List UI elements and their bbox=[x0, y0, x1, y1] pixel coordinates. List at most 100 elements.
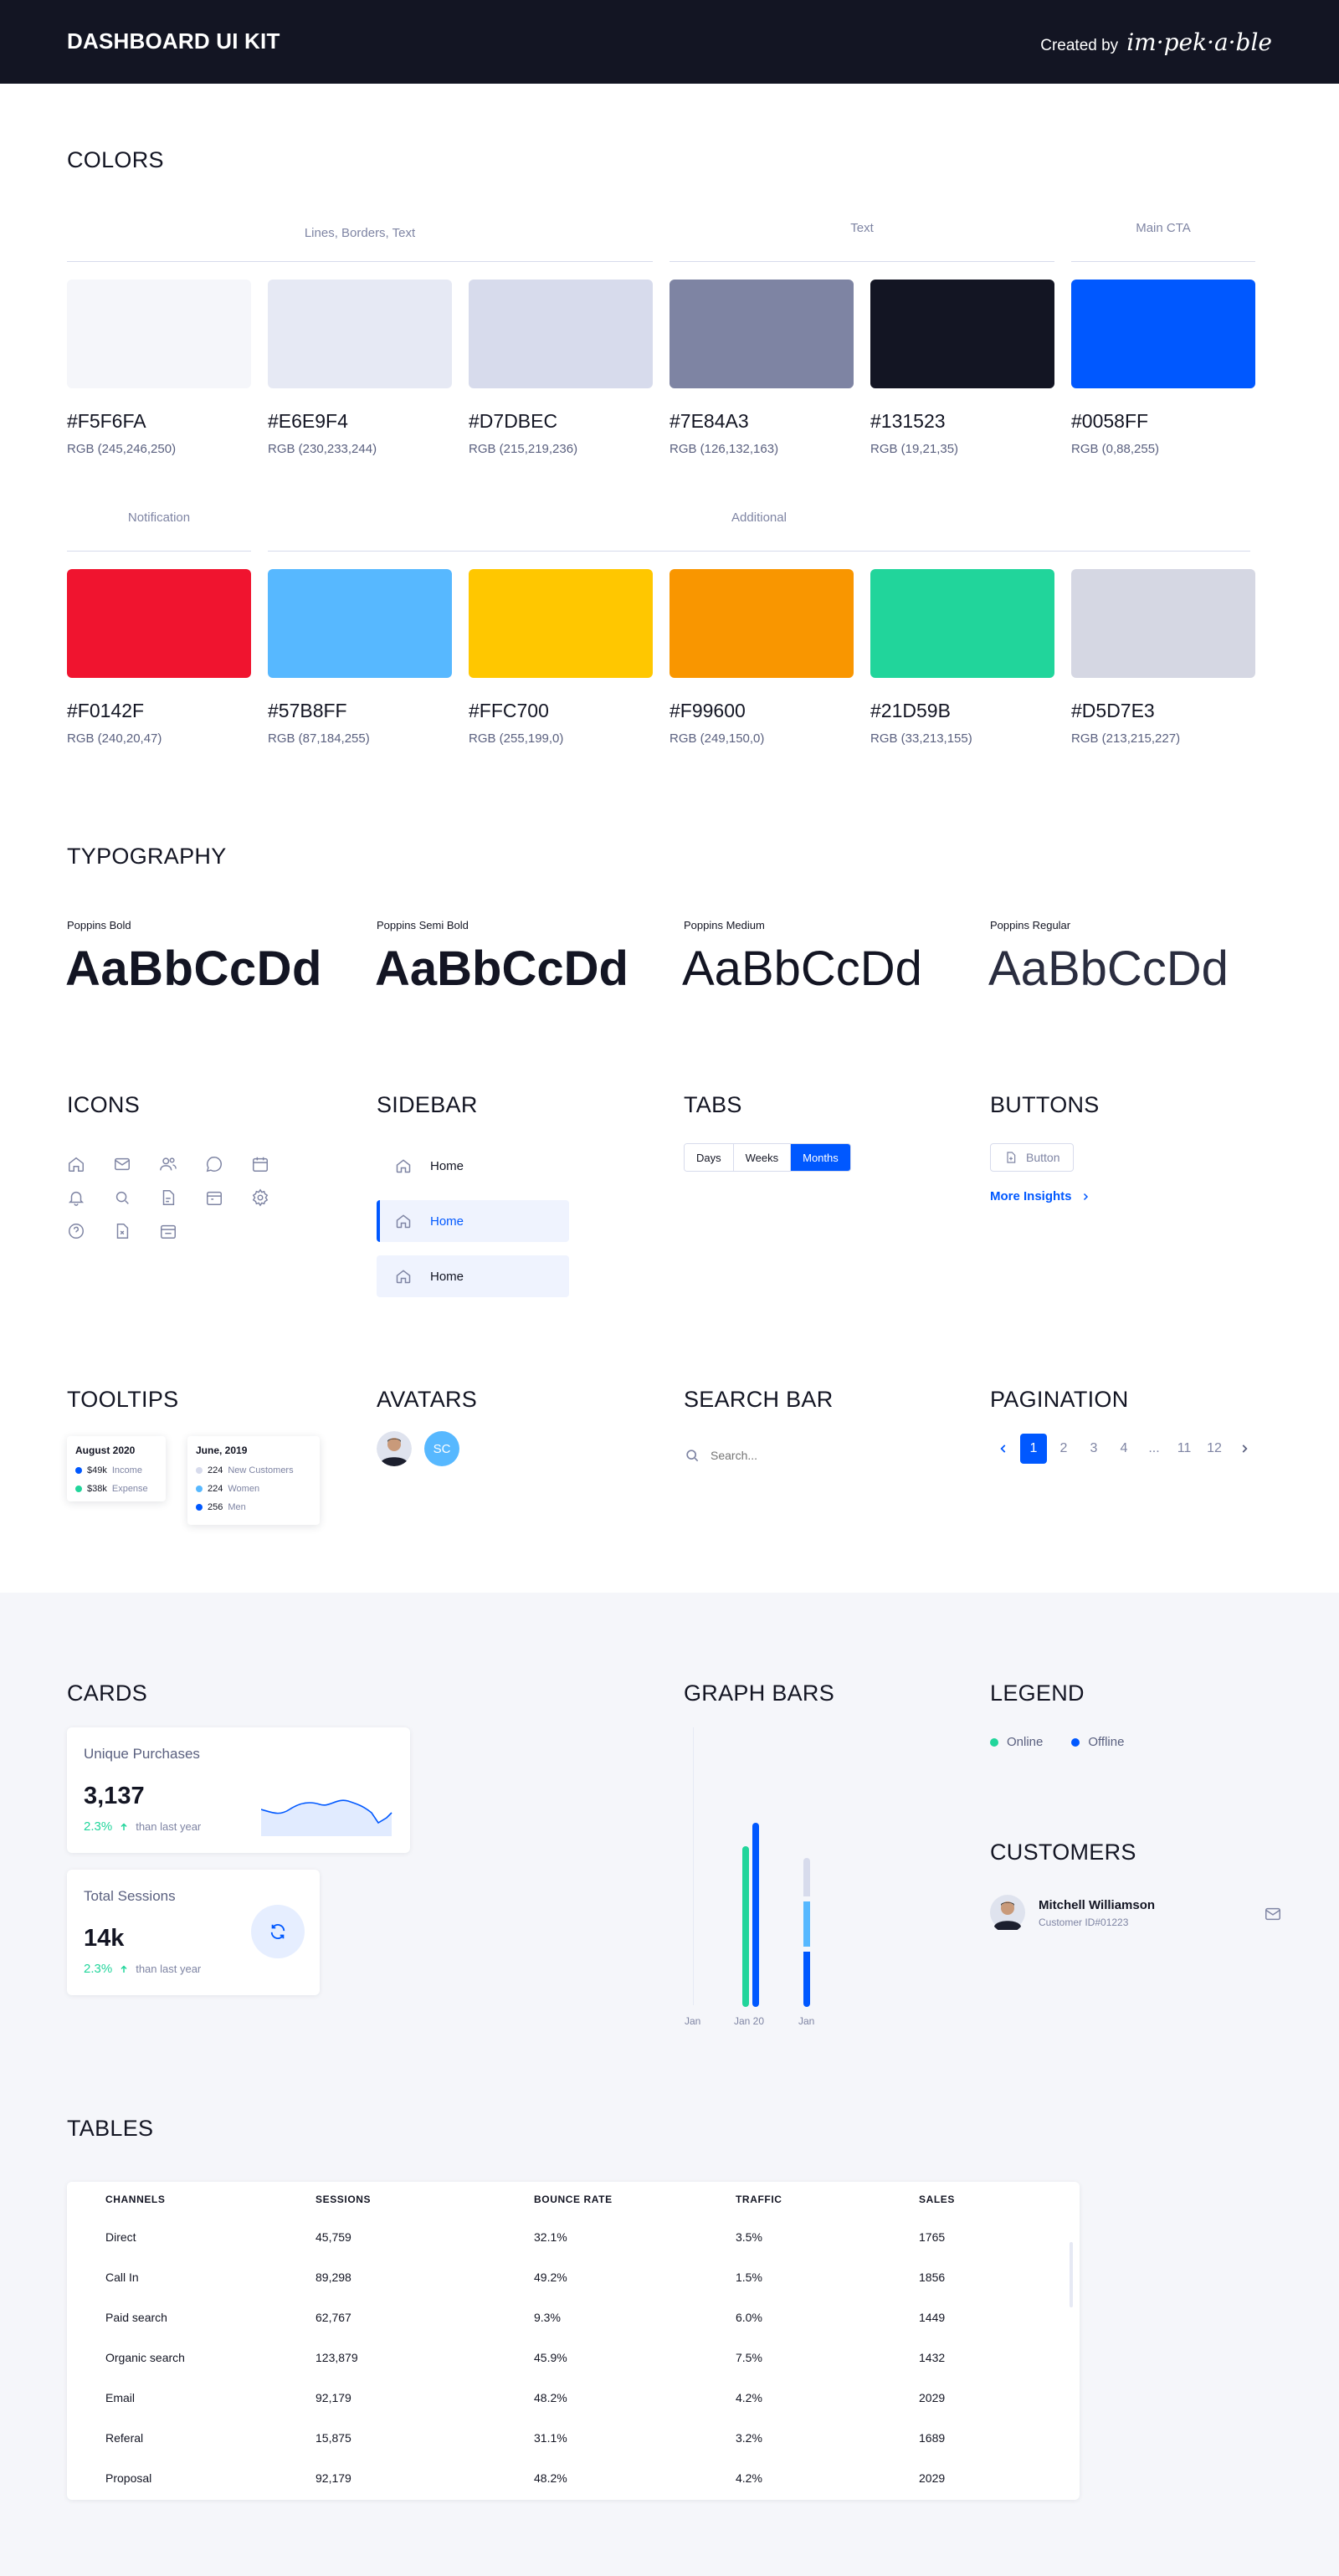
gear-icon[interactable] bbox=[251, 1188, 269, 1207]
card-percent: 2.3% bbox=[84, 1819, 113, 1834]
color-rgb: RGB (126,132,163) bbox=[670, 442, 779, 456]
font-label-bold: Poppins Bold bbox=[67, 919, 131, 931]
tab-months[interactable]: Months bbox=[791, 1144, 850, 1171]
users-icon[interactable] bbox=[159, 1155, 177, 1173]
table-scrollbar[interactable] bbox=[1070, 2242, 1073, 2307]
customer-id: Customer ID#01223 bbox=[1039, 1917, 1129, 1928]
column-header[interactable]: CHANNELS bbox=[67, 2182, 316, 2217]
page-3[interactable]: 3 bbox=[1080, 1434, 1107, 1464]
font-label-regular: Poppins Regular bbox=[990, 919, 1071, 931]
card-value: 3,137 bbox=[84, 1783, 145, 1809]
icons-title: ICONS bbox=[67, 1092, 141, 1117]
file-icon[interactable] bbox=[159, 1188, 177, 1207]
table-row[interactable]: Proposal 92,179 48.2% 4.2% 2029 bbox=[67, 2458, 1080, 2498]
tables-title: TABLES bbox=[67, 2116, 154, 2141]
search-icon bbox=[686, 1450, 699, 1462]
tab-group: Days Weeks Months bbox=[684, 1143, 851, 1172]
bar-series-green bbox=[742, 1846, 749, 2007]
table-row[interactable]: Call In 89,298 49.2% 1.5% 1856 bbox=[67, 2257, 1080, 2297]
search-bar[interactable] bbox=[684, 1445, 935, 1466]
table-cell: 45.9% bbox=[534, 2351, 567, 2364]
color-swatch bbox=[469, 569, 653, 678]
sidebar-item-home-default[interactable]: Home bbox=[377, 1145, 569, 1187]
page-12[interactable]: 12 bbox=[1201, 1434, 1228, 1464]
color-swatch bbox=[870, 280, 1054, 388]
column-header[interactable]: SALES bbox=[919, 2182, 1080, 2217]
tab-weeks[interactable]: Weeks bbox=[733, 1144, 792, 1171]
page-11[interactable]: 11 bbox=[1171, 1434, 1198, 1464]
card-title: Total Sessions bbox=[84, 1888, 176, 1904]
page-2[interactable]: 2 bbox=[1050, 1434, 1077, 1464]
table-row[interactable]: Organic search 123,879 45.9% 7.5% 1432 bbox=[67, 2337, 1080, 2378]
color-swatch bbox=[1071, 569, 1255, 678]
graph-axis bbox=[693, 1727, 694, 2005]
home-icon bbox=[396, 1270, 411, 1284]
tab-days[interactable]: Days bbox=[685, 1144, 734, 1171]
column-header[interactable]: SESSIONS bbox=[316, 2182, 534, 2217]
refresh-icon[interactable] bbox=[251, 1905, 305, 1958]
table-cell: Proposal bbox=[105, 2471, 152, 2485]
table-row[interactable]: Referal 15,875 31.1% 3.2% 1689 bbox=[67, 2418, 1080, 2458]
color-rgb: RGB (33,213,155) bbox=[870, 731, 972, 746]
search-icon[interactable] bbox=[113, 1188, 131, 1207]
table-row[interactable]: Email 92,179 48.2% 4.2% 2029 bbox=[67, 2378, 1080, 2418]
color-hex: #D5D7E3 bbox=[1071, 700, 1155, 721]
group-label-cta: Main CTA bbox=[1136, 221, 1191, 235]
page-4[interactable]: 4 bbox=[1111, 1434, 1137, 1464]
search-input[interactable] bbox=[711, 1449, 911, 1462]
calendar-alt-icon[interactable] bbox=[205, 1188, 223, 1207]
sidebar-title: SIDEBAR bbox=[377, 1092, 478, 1117]
card-percent: 2.3% bbox=[84, 1962, 113, 1976]
table-cell: Direct bbox=[105, 2230, 136, 2244]
table-row[interactable]: Paid search 62,767 9.3% 6.0% 1449 bbox=[67, 2297, 1080, 2337]
bell-icon[interactable] bbox=[67, 1188, 85, 1207]
mail-icon[interactable] bbox=[1264, 1905, 1282, 1923]
avatar-initials[interactable]: SC bbox=[424, 1431, 459, 1466]
legend-label: Offline bbox=[1088, 1735, 1125, 1749]
avatar-photo[interactable] bbox=[377, 1431, 412, 1466]
mail-icon[interactable] bbox=[113, 1155, 131, 1173]
card-trend: 2.3% than last year bbox=[84, 1819, 201, 1834]
home-icon[interactable] bbox=[67, 1155, 85, 1173]
table-row[interactable]: Direct 45,759 32.1% 3.5% 1765 bbox=[67, 2217, 1080, 2257]
table-cell: 92,179 bbox=[316, 2391, 351, 2404]
home-icon bbox=[396, 1159, 411, 1173]
arrow-up-icon bbox=[121, 1964, 127, 1973]
prev-page-button[interactable] bbox=[990, 1434, 1017, 1464]
table-cell: 48.2% bbox=[534, 2391, 567, 2404]
font-sample-medium: AaBbCcDd bbox=[682, 942, 922, 996]
tooltip-label: Income bbox=[111, 1465, 142, 1475]
color-hex: #0058FF bbox=[1071, 410, 1149, 432]
column-header[interactable]: BOUNCE RATE bbox=[534, 2182, 736, 2217]
table-cell: 1.5% bbox=[736, 2271, 762, 2284]
column-header[interactable]: TRAFFIC bbox=[736, 2182, 919, 2217]
tabs-title: TABS bbox=[684, 1092, 742, 1117]
more-insights-link[interactable]: More Insights bbox=[990, 1189, 1090, 1203]
pagination-title: PAGINATION bbox=[990, 1387, 1129, 1412]
card-trend: 2.3% than last year bbox=[84, 1962, 201, 1976]
card-subtext: than last year bbox=[136, 1963, 202, 1975]
chevron-right-icon bbox=[1083, 1193, 1088, 1200]
sidebar-item-home-hover[interactable]: Home bbox=[377, 1255, 569, 1297]
tooltip-label: Women bbox=[228, 1484, 260, 1494]
table-cell: Email bbox=[105, 2391, 136, 2404]
page-1[interactable]: 1 bbox=[1020, 1434, 1047, 1464]
table-header-row: CHANNELS SESSIONS BOUNCE RATE TRAFFIC SA… bbox=[67, 2182, 1080, 2217]
tooltip-row: $38k Expense bbox=[75, 1480, 157, 1498]
color-swatch bbox=[670, 280, 854, 388]
document-icon[interactable] bbox=[113, 1222, 131, 1240]
calendar-check-icon[interactable] bbox=[159, 1222, 177, 1240]
tooltip-value: 224 bbox=[208, 1484, 223, 1494]
calendar-icon[interactable] bbox=[251, 1155, 269, 1173]
sidebar-item-home-active[interactable]: Home bbox=[377, 1200, 569, 1242]
next-page-button[interactable] bbox=[1231, 1434, 1258, 1464]
help-icon[interactable] bbox=[67, 1222, 85, 1240]
secondary-button[interactable]: Button bbox=[990, 1143, 1075, 1172]
sidebar-item-label: Home bbox=[430, 1269, 464, 1284]
tooltip-title: August 2020 bbox=[75, 1445, 136, 1456]
customer-row[interactable]: Mitchell Williamson Customer ID#01223 bbox=[990, 1895, 1285, 1933]
card-title: Unique Purchases bbox=[84, 1746, 200, 1762]
chat-icon[interactable] bbox=[205, 1155, 223, 1173]
chevron-left-icon bbox=[1000, 1445, 1006, 1453]
group-label-additional: Additional bbox=[731, 511, 787, 525]
